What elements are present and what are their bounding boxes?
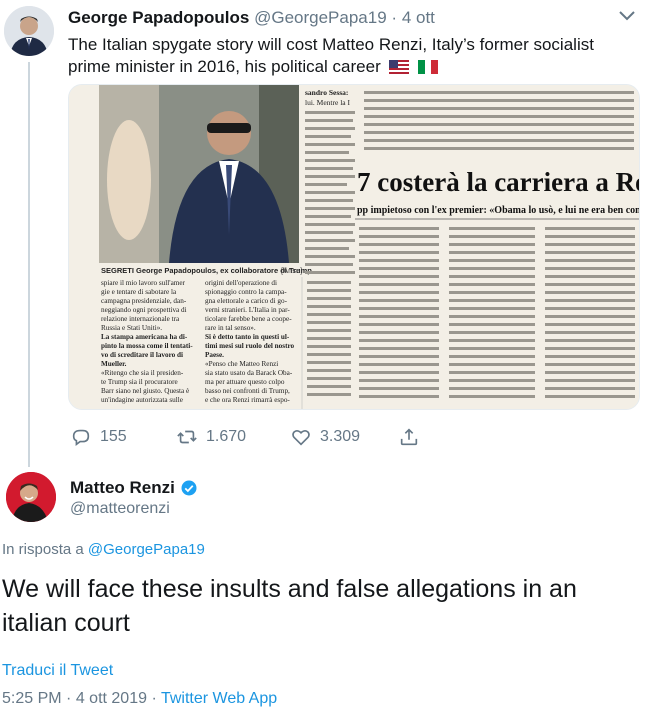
tweet-media-image[interactable]: SEGRETI George Papadopoulos, ex collabor… (68, 84, 640, 410)
clip-col-b-line: timi mesi sul ruolo del nostro (205, 342, 295, 350)
clip-col-b-line: «Penso che Matteo Renzi (205, 360, 278, 368)
clip-col-b-line: ticolare farebbe bene a coope- (205, 315, 292, 323)
clip-col-a-line: pinto la mossa come il tentati- (101, 342, 193, 350)
clip-col-b-line: gna elettorale a carico di go- (205, 297, 288, 305)
clip-col-b-line: sia stato usato da Barack Oba- (205, 369, 293, 377)
clip-col-b-line: basso nei confronti di Trump, (205, 387, 290, 395)
clip-col1-line2: lui. Mentre la I (305, 98, 350, 107)
reply-prefix: In risposta a (2, 541, 84, 558)
clip-col-a-line: «Ritengo che sia il presiden- (101, 369, 184, 377)
clip-col-a-line: Mueller. (101, 360, 127, 368)
tweet-time[interactable]: 5:25 PM (2, 690, 62, 707)
clip-col-b-line: Si è detto tanto in questi ul- (205, 333, 290, 341)
like-button[interactable]: 3.309 (290, 426, 360, 448)
share-button[interactable] (398, 426, 420, 448)
clip-col1-line1: sandro Sessa: (305, 88, 348, 97)
thread-connector-line (28, 62, 30, 467)
retweet-count: 1.670 (206, 428, 247, 445)
clip-col-a-line: spiare il mio lavoro sull'amer (101, 279, 186, 287)
clip-col-a-line: Russia e Stati Uniti». (101, 324, 162, 332)
heart-icon (292, 429, 310, 446)
tweet-source-link[interactable]: Twitter Web App (161, 690, 277, 707)
clip-col-a-line: Barr siano nel giusto. Questa è (101, 387, 189, 395)
tweet-text: The Italian spygate story will cost Matt… (68, 34, 638, 78)
translate-tweet-link[interactable]: Traduci il Tweet (2, 662, 113, 680)
reply-count: 155 (100, 428, 127, 445)
tweet-text: We will face these insults and false all… (2, 575, 577, 637)
author-handle[interactable]: @GeorgePapa19 (254, 8, 387, 27)
italy-flag-icon (418, 60, 439, 74)
clip-col-a-line: gie e tentare di sabotare la (101, 288, 177, 296)
retweet-icon (177, 430, 197, 444)
tweet-text-body: The Italian spygate story will cost Matt… (68, 35, 594, 76)
author-name[interactable]: George Papadopoulos (68, 8, 249, 27)
reply-icon (72, 429, 90, 446)
clip-col-a-line: vo di screditare il lavoro di (101, 351, 183, 359)
clip-col-b-line: ma per attuare questo colpo (205, 378, 285, 386)
matteo-renzi-avatar[interactable] (6, 472, 56, 522)
clip-col-a-line: te Trump sia il procuratore (101, 378, 178, 386)
clip-subhead: pp impietoso con l'ex premier: «Obama lo… (357, 205, 640, 216)
retweet-button[interactable]: 1.670 (176, 426, 246, 448)
tweet-actions: 155 1.670 3.309 (68, 426, 468, 450)
clip-col-b-line: rare in tal senso». (205, 324, 256, 332)
reply-context: In risposta a @GeorgePapa19 (2, 541, 205, 558)
chevron-down-icon[interactable] (618, 10, 636, 22)
author-name-text: Matteo Renzi (70, 478, 175, 497)
like-count: 3.309 (320, 428, 361, 445)
clip-col-b-line: origini dell'operazione di (205, 279, 277, 287)
tweet-full-date[interactable]: 4 ott 2019 (76, 690, 147, 707)
clip-col-b-line: Paese. (205, 351, 224, 359)
author-handle[interactable]: @matteorenzi (70, 500, 170, 518)
clip-col-b-line: verni stranieri. L'Italia in par- (205, 306, 290, 314)
reply-to-link[interactable]: @GeorgePapa19 (88, 541, 205, 558)
separator-dot: · (391, 8, 398, 27)
tweet-metadata: 5:25 PM · 4 ott 2019 · Twitter Web App (2, 690, 277, 708)
clip-col-b-line: e che ora Renzi rimarrà espo- (205, 396, 290, 404)
clip-col-b-line: spionaggio contro la campa- (205, 288, 287, 296)
verified-badge-icon (181, 480, 197, 496)
clip-col-a-line: La stampa americana ha di- (101, 333, 188, 341)
clip-headline: 7 costerà la carriera a Renz (357, 167, 640, 197)
clip-col-a-line: campagna presidenziale, dan- (101, 297, 187, 305)
us-flag-icon (389, 60, 410, 74)
separator-dot: · (66, 690, 72, 707)
tweet-header: George Papadopoulos @GeorgePapa19 · 4 ot… (68, 8, 435, 28)
share-icon (400, 428, 418, 446)
george-papadopoulos-avatar[interactable] (4, 6, 54, 56)
author-name[interactable]: Matteo Renzi (70, 478, 198, 498)
photo-credit: [Ansa] (281, 266, 302, 275)
tweet-date[interactable]: 4 ott (402, 8, 435, 27)
clip-col-a-line: un'indagine autorizzata sulle (101, 396, 183, 404)
clip-col-a-line: relazione internazionale tra (101, 315, 180, 323)
separator-dot: · (151, 690, 157, 707)
reply-button[interactable]: 155 (70, 426, 127, 448)
clip-col-a-line: neggiando ogni prospettiva di (101, 306, 187, 314)
